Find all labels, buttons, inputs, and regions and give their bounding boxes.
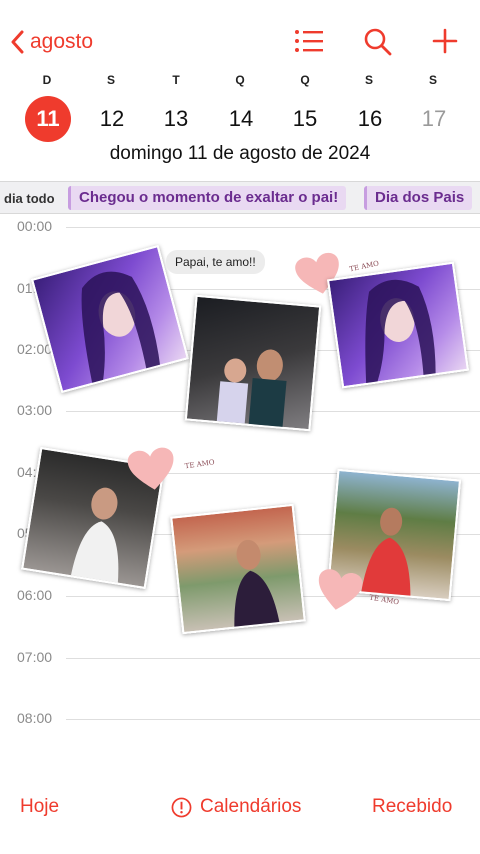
heart-sticker: TE AMO — [313, 566, 399, 615]
day-cell[interactable]: 16 — [347, 96, 393, 142]
calendars-button[interactable]: Calendários — [171, 796, 301, 818]
all-day-label: dia todo — [4, 191, 55, 206]
heart-icon — [318, 569, 363, 610]
weekday-label: S — [364, 73, 373, 87]
all-day-event[interactable]: Chegou o momento de exaltar o pai! — [68, 186, 347, 210]
photo-collage-image — [184, 294, 322, 432]
calendars-label: Calendários — [200, 796, 302, 817]
bottom-toolbar: Hoje Calendários Recebido — [0, 770, 480, 854]
weekday-label: T — [172, 73, 180, 87]
hour-line — [66, 227, 480, 228]
inbox-button[interactable]: Recebido — [372, 796, 452, 818]
day-cell[interactable]: 14 — [218, 96, 264, 142]
day-cell[interactable]: 13 — [153, 96, 199, 142]
photo-collage-image — [326, 261, 470, 389]
hour-line — [66, 658, 480, 659]
all-day-event[interactable]: Dia dos Pais — [364, 186, 473, 210]
hour-row: 00:00 — [0, 218, 480, 234]
alert-circle-icon — [171, 797, 192, 817]
add-event-button[interactable] — [432, 28, 458, 59]
weekday-label: Q — [300, 73, 310, 87]
hour-label: 08:00 — [17, 710, 59, 726]
weekday-label: D — [42, 73, 52, 87]
photo-collage-image — [170, 503, 306, 635]
hour-row: 08:00 — [0, 710, 480, 726]
plus-icon — [432, 28, 458, 54]
chevron-left-icon — [11, 30, 24, 54]
day-cell[interactable]: 17 — [411, 96, 457, 142]
today-button[interactable]: Hoje — [20, 796, 59, 818]
hour-line — [66, 719, 480, 720]
list-icon — [295, 30, 323, 52]
search-icon — [364, 28, 392, 56]
search-button[interactable] — [364, 28, 392, 61]
selected-date-title: domingo 11 de agosto de 2024 — [109, 143, 371, 164]
weekday-label: Q — [235, 73, 245, 87]
hour-label: 03:00 — [17, 402, 59, 418]
week-days-row: 11 12 13 14 15 16 17 — [0, 96, 480, 142]
hour-label: 07:00 — [17, 649, 59, 665]
inbox-label: Recebido — [372, 796, 453, 817]
weekday-label: S — [428, 73, 437, 87]
weekday-header: D S T Q Q S S — [0, 73, 480, 89]
hour-label: 06:00 — [17, 587, 59, 603]
today-label: Hoje — [20, 796, 60, 817]
back-button[interactable]: agosto — [10, 30, 93, 54]
hour-row: 07:00 — [0, 649, 480, 665]
list-view-button[interactable] — [294, 28, 324, 59]
all-day-row: dia todo Chegou o momento de exaltar o p… — [0, 182, 480, 214]
day-cell[interactable]: 12 — [89, 96, 135, 142]
heart-sticker: TE AMO — [125, 445, 215, 495]
back-label: agosto — [30, 30, 94, 53]
day-cell-selected[interactable]: 11 — [25, 96, 71, 142]
speech-bubble: Papai, te amo!! — [166, 250, 265, 274]
weekday-label: S — [106, 73, 115, 87]
hour-label: 00:00 — [17, 218, 59, 234]
day-cell[interactable]: 15 — [282, 96, 328, 142]
navigation-bar: agosto — [0, 0, 480, 70]
heart-icon — [127, 447, 174, 490]
